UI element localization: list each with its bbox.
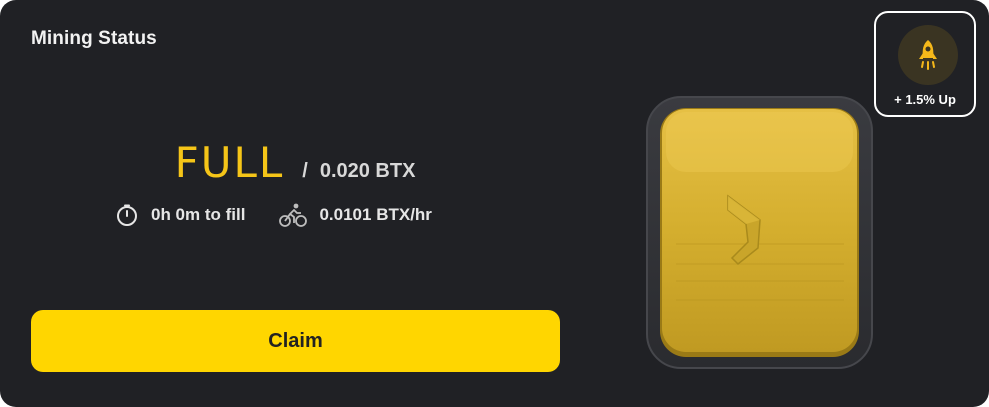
claim-button[interactable]: Claim [31,310,560,372]
boost-label: + 1.5% Up [894,92,956,107]
miner-device-image [646,96,873,369]
capacity-amount: 0.020 BTX [319,160,416,182]
mining-rate-text: 0.0101 BTX/hr [319,205,432,224]
status-separator: / [302,160,308,182]
timer-icon [115,203,139,227]
cyclist-icon [279,202,308,228]
card-title: Mining Status [31,28,157,49]
mining-rate-info: 0.0101 BTX/hr [279,202,432,228]
fill-time-text: 0h 0m to fill [151,205,246,224]
boost-icon-circle [898,25,958,85]
mining-info-row: 0h 0m to fill 0.0101 BTX/hr [115,202,432,228]
fill-time-info: 0h 0m to fill [115,203,245,227]
status-row: FULL / 0.020 BTX [0,138,590,187]
status-label: FULL [174,138,285,187]
boost-badge[interactable]: + 1.5% Up [874,11,976,117]
mining-status-card: Mining Status FULL / 0.020 BTX 0h 0m to … [0,0,989,407]
